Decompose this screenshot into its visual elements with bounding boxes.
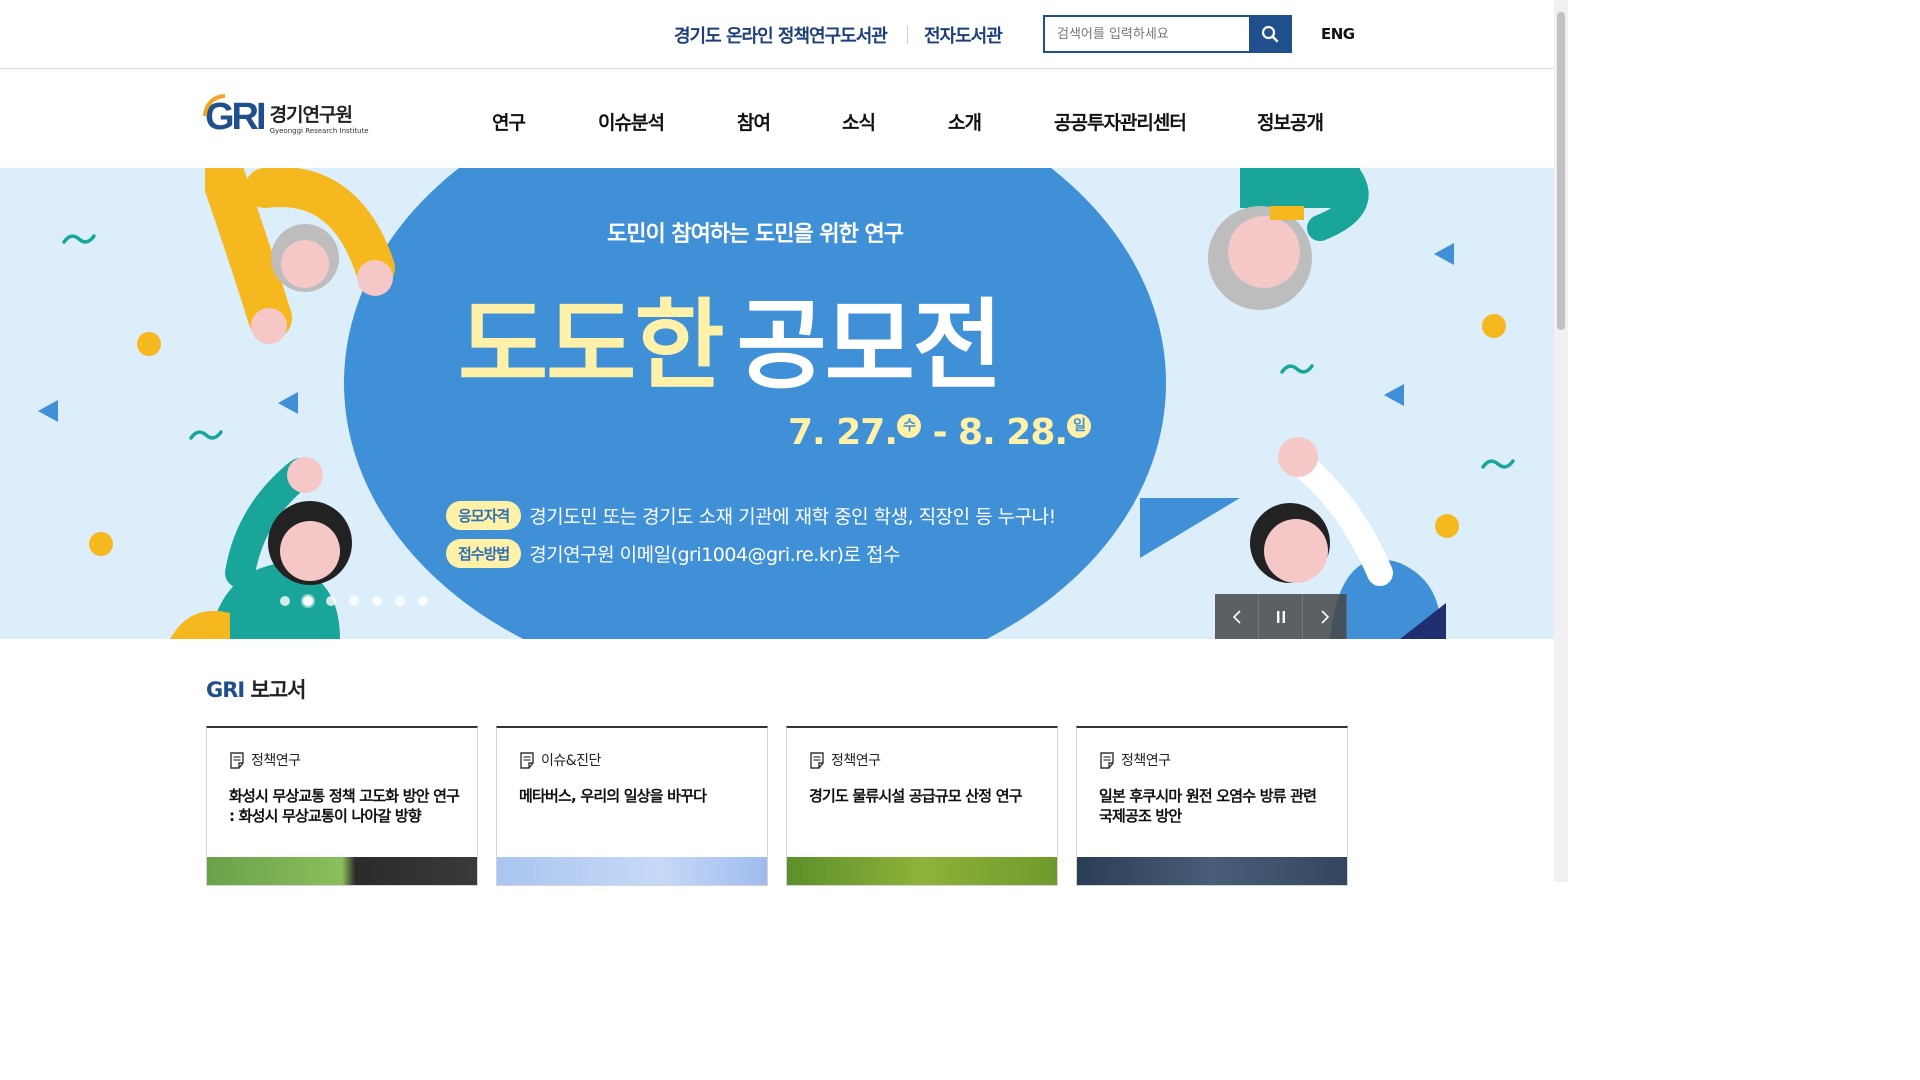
chevron-right-icon xyxy=(1320,609,1329,624)
submission-row: 접수방법 경기연구원 이메일(gri1004@gri.re.kr)로 접수 xyxy=(446,539,901,568)
slide-pagination xyxy=(280,596,428,606)
english-link[interactable]: ENG xyxy=(1321,25,1355,43)
nav-item-research[interactable]: 연구 xyxy=(492,108,526,135)
slide-dot[interactable] xyxy=(303,596,313,606)
nav-item-news[interactable]: 소식 xyxy=(842,108,876,135)
submission-badge: 접수방법 xyxy=(446,539,522,568)
main-navigation: GRI 경기연구원 Gyeonggi Research Institute 연구… xyxy=(0,70,1554,168)
eligibility-row: 응모자격 경기도민 또는 경기도 소재 기관에 재학 중인 학생, 직장인 등 … xyxy=(446,501,1056,530)
slide-dot[interactable] xyxy=(372,596,382,606)
slide-controls xyxy=(1215,594,1347,639)
slide-prev-button[interactable] xyxy=(1215,594,1259,639)
eligibility-text: 경기도민 또는 경기도 소재 기관에 재학 중인 학생, 직장인 등 누구나! xyxy=(529,506,1056,528)
search-icon xyxy=(1261,25,1278,43)
report-thumbnail xyxy=(787,857,1057,885)
submission-text: 경기연구원 이메일(gri1004@gri.re.kr)로 접수 xyxy=(529,544,901,566)
hero-title-part1: 도도한 xyxy=(458,289,724,403)
eligibility-badge: 응모자격 xyxy=(446,501,522,530)
decor-dot xyxy=(137,332,161,356)
slide-pause-button[interactable] xyxy=(1259,594,1303,639)
decor-triangle xyxy=(38,400,58,422)
hero-title-part2: 공모전 xyxy=(736,289,1002,403)
illustration-elder-man xyxy=(205,168,395,344)
decor-dot xyxy=(1482,314,1506,338)
logo-name-en: Gyeonggi Research Institute xyxy=(269,127,369,135)
logo-text: 경기연구원 Gyeonggi Research Institute xyxy=(270,104,369,136)
date-start: 7. 27. xyxy=(788,412,898,453)
slide-dot[interactable] xyxy=(395,596,405,606)
ebook-library-link[interactable]: 전자도서관 xyxy=(924,22,1003,48)
speech-bubble-tail xyxy=(1140,498,1240,558)
pause-icon xyxy=(1276,610,1285,623)
report-category: 정책연구 xyxy=(229,750,301,770)
date-start-day: 수 xyxy=(897,414,922,438)
slide-dot[interactable] xyxy=(280,596,290,606)
top-utility-bar: 경기도 온라인 정책연구도서관 전자도서관 ENG xyxy=(0,0,1554,69)
report-category: 이슈&진단 xyxy=(519,750,601,770)
illustration-woman xyxy=(170,457,352,639)
report-category: 정책연구 xyxy=(1099,750,1171,770)
hero-title: 도도한 공모전 xyxy=(458,286,1003,406)
search-input[interactable] xyxy=(1045,17,1249,51)
report-category: 정책연구 xyxy=(809,750,881,770)
page-scrollbar[interactable] xyxy=(1554,0,1568,882)
date-separator: - xyxy=(921,412,959,453)
nav-item-about[interactable]: 소개 xyxy=(948,108,982,135)
slide-dot[interactable] xyxy=(326,596,336,606)
decor-squiggle xyxy=(1280,364,1314,374)
search-box xyxy=(1043,15,1292,53)
decor-squiggle xyxy=(189,430,223,440)
search-button[interactable] xyxy=(1249,17,1290,51)
decor-triangle xyxy=(278,392,298,414)
top-divider xyxy=(907,26,908,44)
report-card-list: 정책연구 화성시 무상교통 정책 고도화 방안 연구 : 화성시 무상교통이 나… xyxy=(206,726,1348,886)
report-card[interactable]: 정책연구 일본 후쿠시마 원전 오염수 방류 관련 국제공조 방안 xyxy=(1076,726,1348,886)
slide-dot[interactable] xyxy=(349,596,359,606)
slide-next-button[interactable] xyxy=(1303,594,1347,639)
nav-item-participation[interactable]: 참여 xyxy=(737,108,771,135)
report-thumbnail xyxy=(1077,857,1347,885)
report-title: 일본 후쿠시마 원전 오염수 방류 관련 국제공조 방안 xyxy=(1099,787,1317,825)
logo-name-kr: 경기연구원 xyxy=(269,104,353,126)
document-icon xyxy=(230,751,244,769)
nav-item-public-investment[interactable]: 공공투자관리센터 xyxy=(1054,108,1187,135)
nav-item-issue-analysis[interactable]: 이슈분석 xyxy=(598,108,665,135)
report-card[interactable]: 이슈&진단 메타버스, 우리의 일상을 바꾸다 xyxy=(496,726,768,886)
report-card[interactable]: 정책연구 화성시 무상교통 정책 고도화 방안 연구 : 화성시 무상교통이 나… xyxy=(206,726,478,886)
document-icon xyxy=(520,751,534,769)
decor-dot xyxy=(89,532,113,556)
chevron-left-icon xyxy=(1232,609,1241,624)
reports-section-title: GRI 보고서 xyxy=(206,674,307,704)
date-end-day: 일 xyxy=(1067,414,1092,438)
scrollbar-thumb[interactable] xyxy=(1557,12,1565,330)
logo-mark: GRI xyxy=(203,94,267,138)
reports-title-kr: 보고서 xyxy=(250,678,307,702)
report-title: 화성시 무상교통 정책 고도화 방안 연구 : 화성시 무상교통이 나아갈 방향 xyxy=(229,787,460,825)
decor-squiggle xyxy=(1481,459,1515,469)
decor-triangle xyxy=(1384,384,1404,406)
policy-library-link[interactable]: 경기도 온라인 정책연구도서관 xyxy=(674,22,888,48)
report-title: 메타버스, 우리의 일상을 바꾸다 xyxy=(519,787,707,805)
reports-title-en: GRI xyxy=(206,678,245,702)
document-icon xyxy=(1100,751,1114,769)
date-end: 8. 28. xyxy=(958,412,1068,453)
nav-item-disclosure[interactable]: 정보공개 xyxy=(1257,108,1324,135)
slide-dot[interactable] xyxy=(418,596,428,606)
report-thumbnail xyxy=(207,857,477,885)
hero-subtitle: 도민이 참여하는 도민을 위한 연구 xyxy=(607,222,904,247)
document-icon xyxy=(810,751,824,769)
site-logo[interactable]: GRI 경기연구원 Gyeonggi Research Institute xyxy=(203,94,369,138)
hero-banner[interactable]: 도민이 참여하는 도민을 위한 연구 도도한 공모전 7. 27. 수 - 8. 2… xyxy=(0,168,1554,639)
report-card[interactable]: 정책연구 경기도 물류시설 공급규모 산정 연구 xyxy=(786,726,1058,886)
report-thumbnail xyxy=(497,857,767,885)
hero-date-range: 7. 27. 수 - 8. 28. 일 xyxy=(788,412,1092,453)
report-title: 경기도 물류시설 공급규모 산정 연구 xyxy=(809,787,1023,805)
